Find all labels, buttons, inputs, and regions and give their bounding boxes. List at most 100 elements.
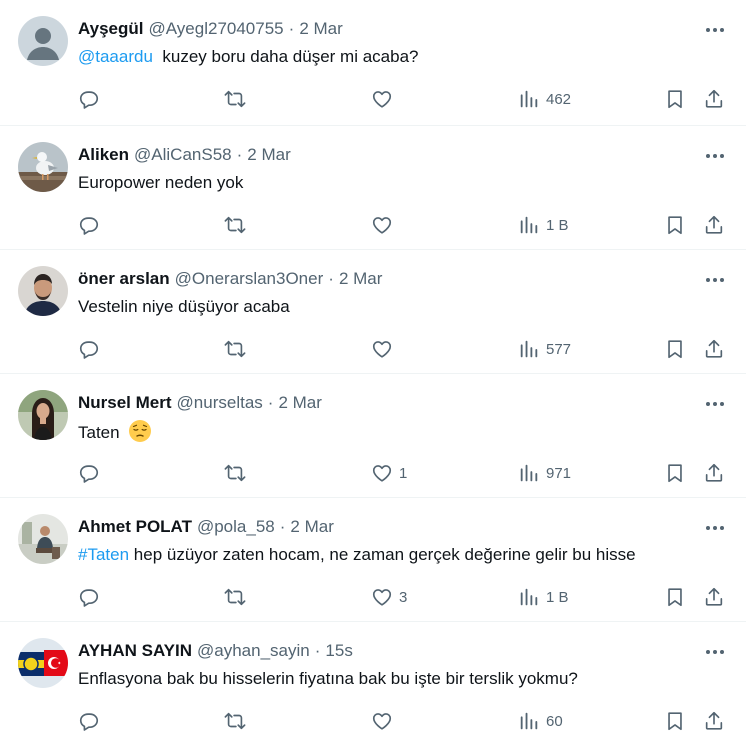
bookmark-button[interactable] <box>664 212 686 238</box>
tweet[interactable]: Aliken @AliCanS58 · 2 Mar Europower nede… <box>0 126 746 250</box>
author-handle[interactable]: @Ayegl27040755 <box>149 19 284 39</box>
views-icon <box>520 216 538 234</box>
more-icon[interactable] <box>702 145 728 167</box>
reply-button[interactable] <box>78 708 100 734</box>
like-count: 3 <box>399 588 408 606</box>
tweet[interactable]: AYHAN SAYIN @ayhan_sayin · 15s Enflasyon… <box>0 622 746 746</box>
retweet-button[interactable] <box>224 336 246 362</box>
bookmark-button[interactable] <box>664 86 686 112</box>
reply-feed: Ayşegül @Ayegl27040755 · 2 Mar @taaardu … <box>0 0 746 746</box>
retweet-button[interactable] <box>224 86 246 112</box>
tweet[interactable]: öner arslan @Onerarslan3Oner · 2 Mar Ves… <box>0 250 746 374</box>
pensive-face-emoji-icon <box>129 420 152 442</box>
separator-dot: · <box>328 269 334 288</box>
avatar[interactable] <box>18 390 68 440</box>
author-name[interactable]: öner arslan <box>78 269 170 289</box>
share-icon <box>705 463 723 482</box>
avatar[interactable] <box>18 266 68 316</box>
like-button[interactable]: 3 <box>371 584 407 610</box>
timestamp[interactable]: 15s <box>325 641 352 661</box>
reply-button[interactable] <box>78 212 100 238</box>
reply-icon <box>79 465 99 483</box>
avatar[interactable] <box>18 514 68 564</box>
more-icon[interactable] <box>702 393 728 415</box>
tweet-text: #Taten hep üzüyor zaten hocam, ne zaman … <box>78 543 716 567</box>
bookmark-button[interactable] <box>664 336 686 362</box>
reply-button[interactable] <box>78 336 100 362</box>
like-button[interactable] <box>371 86 399 112</box>
author-name[interactable]: Ayşegül <box>78 19 144 39</box>
like-icon <box>372 217 392 234</box>
retweet-button[interactable] <box>224 460 246 486</box>
author-handle[interactable]: @pola_58 <box>197 517 275 537</box>
retweet-icon <box>224 340 246 358</box>
tweet-text: Taten <box>78 419 716 445</box>
reply-button[interactable] <box>78 584 100 610</box>
more-icon[interactable] <box>702 269 728 291</box>
timestamp[interactable]: 2 Mar <box>339 269 382 289</box>
like-button[interactable] <box>371 708 399 734</box>
woman-photo-icon <box>18 390 68 440</box>
bookmark-button[interactable] <box>664 460 686 486</box>
views-button[interactable]: 60 <box>518 708 563 734</box>
separator-dot: · <box>279 517 286 536</box>
avatar[interactable] <box>18 16 68 66</box>
reply-button[interactable] <box>78 460 100 486</box>
hashtag-link[interactable]: #Taten <box>78 545 129 564</box>
separator-dot: · <box>236 145 243 164</box>
retweet-button[interactable] <box>224 708 246 734</box>
views-button[interactable]: 1 B <box>518 212 569 238</box>
tweet-actions: 60 <box>0 708 746 734</box>
views-button[interactable]: 971 <box>518 460 571 486</box>
retweet-button[interactable] <box>224 584 246 610</box>
more-icon[interactable] <box>702 19 728 41</box>
more-icon[interactable] <box>702 517 728 539</box>
seated-man-photo-icon <box>18 514 68 564</box>
timestamp[interactable]: 2 Mar <box>290 517 333 537</box>
mention-link[interactable]: @taaardu <box>78 47 153 66</box>
views-button[interactable]: 462 <box>518 86 571 112</box>
retweet-button[interactable] <box>224 212 246 238</box>
more-icon[interactable] <box>702 641 728 663</box>
share-button[interactable] <box>703 584 725 610</box>
share-icon <box>705 339 723 358</box>
author-handle[interactable]: @Onerarslan3Oner <box>175 269 324 289</box>
tweet[interactable]: Nursel Mert @nurseltas · 2 Mar Taten 1 9… <box>0 374 746 498</box>
author-name[interactable]: AYHAN SAYIN <box>78 641 192 661</box>
like-button[interactable] <box>371 212 399 238</box>
views-button[interactable]: 577 <box>518 336 571 362</box>
author-handle[interactable]: @AliCanS58 <box>134 145 232 165</box>
avatar[interactable] <box>18 638 68 688</box>
share-button[interactable] <box>703 460 725 486</box>
views-icon <box>520 588 538 606</box>
like-icon <box>372 713 392 730</box>
bookmark-icon <box>668 588 682 607</box>
reply-button[interactable] <box>78 86 100 112</box>
bookmark-button[interactable] <box>664 584 686 610</box>
view-count: 462 <box>546 90 572 108</box>
bookmark-button[interactable] <box>664 708 686 734</box>
share-button[interactable] <box>703 336 725 362</box>
share-button[interactable] <box>703 86 725 112</box>
timestamp[interactable]: 2 Mar <box>299 19 342 39</box>
share-button[interactable] <box>703 212 725 238</box>
share-button[interactable] <box>703 708 725 734</box>
tweet[interactable]: Ahmet POLAT @pola_58 · 2 Mar #Taten hep … <box>0 498 746 622</box>
share-icon <box>705 215 723 234</box>
author-name[interactable]: Aliken <box>78 145 129 165</box>
views-icon <box>520 712 538 730</box>
author-handle[interactable]: @ayhan_sayin <box>197 641 310 661</box>
author-handle[interactable]: @nurseltas <box>177 393 263 413</box>
tweet[interactable]: Ayşegül @Ayegl27040755 · 2 Mar @taaardu … <box>0 0 746 126</box>
views-button[interactable]: 1 B <box>518 584 569 610</box>
author-name[interactable]: Nursel Mert <box>78 393 172 413</box>
timestamp[interactable]: 2 Mar <box>278 393 321 413</box>
avatar[interactable] <box>18 142 68 192</box>
tweet-text: Europower neden yok <box>78 173 244 192</box>
tweet-text: @taaardu kuzey boru daha düşer mi acaba? <box>78 45 716 69</box>
like-button[interactable]: 1 <box>371 460 407 486</box>
timestamp[interactable]: 2 Mar <box>247 145 290 165</box>
tweet-text-content: kuzey boru daha düşer mi acaba? <box>162 47 419 66</box>
author-name[interactable]: Ahmet POLAT <box>78 517 192 537</box>
like-button[interactable] <box>371 336 399 362</box>
